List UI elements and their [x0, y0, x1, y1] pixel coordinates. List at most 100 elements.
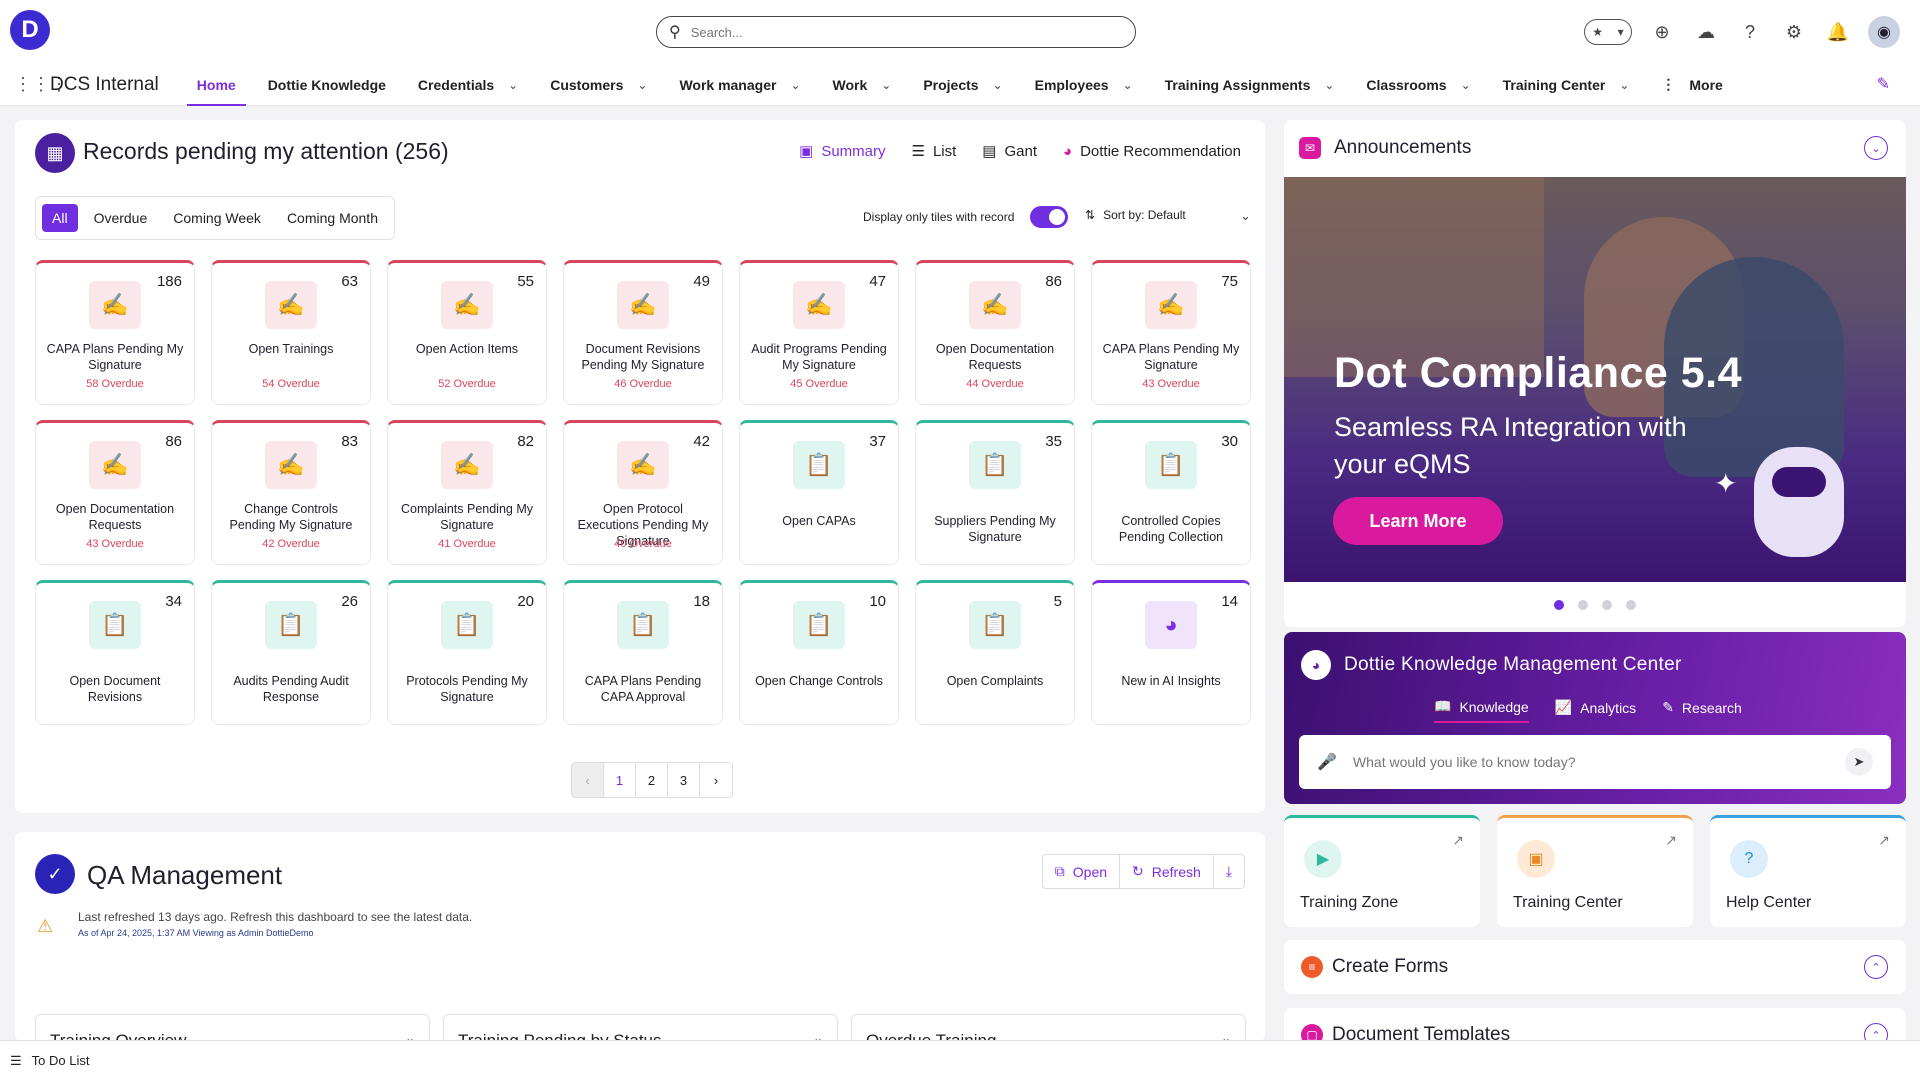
- carousel-dot[interactable]: [1578, 600, 1588, 610]
- record-tile[interactable]: 📋5Open Complaints: [915, 580, 1075, 725]
- nav-item-home[interactable]: Home: [187, 64, 246, 106]
- record-tile[interactable]: ✍63Open Trainings54 Overdue: [211, 260, 371, 405]
- record-tile[interactable]: ✍86Open Documentation Requests43 Overdue: [35, 420, 195, 565]
- app-launcher-icon[interactable]: ⋮⋮⋮: [14, 74, 38, 95]
- record-tile[interactable]: 📋37Open CAPAs: [739, 420, 899, 565]
- todo-list-button[interactable]: To Do List: [32, 1053, 90, 1068]
- nav-item-credentials[interactable]: Credentials⌄: [408, 64, 528, 106]
- nav-item-training-center[interactable]: Training Center⌄: [1493, 64, 1640, 106]
- chevron-up-icon[interactable]: ⌃: [1864, 955, 1888, 979]
- filter-coming-month[interactable]: Coming Month: [277, 204, 388, 232]
- external-arrow-icon[interactable]: ↗: [1878, 832, 1890, 849]
- record-tile[interactable]: 📋26Audits Pending Audit Response: [211, 580, 371, 725]
- view-gant[interactable]: ▤Gant: [982, 142, 1037, 160]
- edit-nav-icon[interactable]: ✎: [1877, 74, 1890, 94]
- pager-page-3[interactable]: 3: [668, 763, 700, 797]
- tile-overdue: 43 Overdue: [1092, 378, 1250, 390]
- pager-prev-button[interactable]: ‹: [572, 763, 604, 797]
- tile-illustration-icon: 📋: [89, 601, 141, 649]
- filter-all[interactable]: All: [42, 204, 78, 232]
- view-summary[interactable]: ▣Summary: [799, 142, 885, 160]
- quick-card-training-zone[interactable]: ▶↗Training Zone: [1284, 815, 1480, 927]
- record-tile[interactable]: 📋10Open Change Controls: [739, 580, 899, 725]
- bottom-bar: ☰ To Do List: [0, 1040, 1920, 1080]
- record-tile[interactable]: ✍86Open Documentation Requests44 Overdue: [915, 260, 1075, 405]
- external-arrow-icon[interactable]: ↗: [1452, 832, 1464, 849]
- help-icon[interactable]: ?: [1736, 18, 1764, 46]
- record-tile[interactable]: 📋34Open Document Revisions: [35, 580, 195, 725]
- nav-item-training-assignments[interactable]: Training Assignments⌄: [1155, 64, 1345, 106]
- nav-item-projects[interactable]: Projects⌄: [913, 64, 1012, 106]
- view-list[interactable]: ☰List: [912, 142, 957, 160]
- nav-item-label: Employees: [1035, 77, 1109, 93]
- tile-count: 35: [1045, 433, 1062, 450]
- nav-item-more[interactable]: ⋮More: [1651, 64, 1732, 106]
- external-arrow-icon[interactable]: ↗: [1665, 832, 1677, 849]
- avatar[interactable]: ◉: [1868, 16, 1900, 48]
- qa-download-button[interactable]: ⤓: [1214, 855, 1244, 888]
- record-tile[interactable]: ✍83Change Controls Pending My Signature4…: [211, 420, 371, 565]
- nav-item-classrooms[interactable]: Classrooms⌄: [1356, 64, 1480, 106]
- quick-card-training-center[interactable]: ▣↗Training Center: [1497, 815, 1693, 927]
- dottie-tab-knowledge[interactable]: 📖Knowledge: [1434, 698, 1529, 723]
- quick-card-label: Training Center: [1513, 894, 1623, 912]
- chevron-down-icon[interactable]: ⌄: [1240, 208, 1251, 224]
- search-bar[interactable]: ⚲: [656, 16, 1136, 48]
- gear-icon[interactable]: ⚙: [1780, 18, 1808, 46]
- top-bar: D ⚲ ★▾ ⊕ ☁ ? ⚙ 🔔 ◉: [0, 0, 1920, 64]
- tile-count: 14: [1221, 593, 1238, 610]
- dottie-query-box[interactable]: 🎤 ➤: [1299, 735, 1891, 789]
- tile-illustration-icon: 📋: [793, 441, 845, 489]
- records-grid-icon: ▦: [35, 133, 75, 173]
- microphone-icon[interactable]: 🎤: [1317, 752, 1337, 772]
- announcement-banner[interactable]: Dot Compliance 5.4 Seamless RA Integrati…: [1284, 177, 1906, 582]
- dot-compliance-logo[interactable]: D: [10, 10, 50, 50]
- tile-count: 82: [517, 433, 534, 450]
- carousel-dot[interactable]: [1554, 600, 1564, 610]
- record-tile[interactable]: ✍49Document Revisions Pending My Signatu…: [563, 260, 723, 405]
- record-tile[interactable]: 📋20Protocols Pending My Signature: [387, 580, 547, 725]
- send-icon[interactable]: ➤: [1845, 748, 1873, 776]
- pagination: ‹123›: [571, 762, 733, 798]
- pager-next-button[interactable]: ›: [700, 763, 732, 797]
- record-tile[interactable]: ✍186CAPA Plans Pending My Signature58 Ov…: [35, 260, 195, 405]
- filter-overdue[interactable]: Overdue: [84, 204, 158, 232]
- nav-item-dottie-knowledge[interactable]: Dottie Knowledge: [258, 64, 396, 106]
- search-input[interactable]: [691, 25, 1091, 40]
- pager-page-1[interactable]: 1: [604, 763, 636, 797]
- nav-item-customers[interactable]: Customers⌄: [540, 64, 657, 106]
- nav-item-work[interactable]: Work⌄: [823, 64, 902, 106]
- dottie-tab-research[interactable]: ✎Research: [1662, 698, 1742, 723]
- record-tile[interactable]: ✍42Open Protocol Executions Pending My S…: [563, 420, 723, 565]
- record-tile[interactable]: ✍82Complaints Pending My Signature41 Ove…: [387, 420, 547, 565]
- view-dottie[interactable]: ◕Dottie Recommendation: [1063, 143, 1241, 160]
- qa-refresh-button[interactable]: ↻Refresh: [1120, 855, 1214, 888]
- dottie-tab-analytics[interactable]: 📈Analytics: [1555, 698, 1636, 723]
- record-tile[interactable]: 📋30Controlled Copies Pending Collection: [1091, 420, 1251, 565]
- bell-icon[interactable]: 🔔: [1824, 18, 1852, 46]
- display-only-toggle[interactable]: [1030, 206, 1068, 228]
- record-tile[interactable]: 📋18CAPA Plans Pending CAPA Approval: [563, 580, 723, 725]
- sort-control[interactable]: ⇅Sort by: Default: [1085, 208, 1186, 222]
- record-tile[interactable]: ✍55Open Action Items52 Overdue: [387, 260, 547, 405]
- favorites-dropdown[interactable]: ★▾: [1584, 19, 1632, 45]
- chevron-down-icon[interactable]: ⌄: [1864, 136, 1888, 160]
- carousel-dot[interactable]: [1602, 600, 1612, 610]
- dottie-query-input[interactable]: [1353, 754, 1829, 770]
- qa-as-of: As of Apr 24, 2025, 1:37 AM Viewing as A…: [78, 928, 313, 938]
- learn-more-button[interactable]: Learn More: [1333, 497, 1503, 545]
- nav-item-work-manager[interactable]: Work manager⌄: [669, 64, 810, 106]
- quick-card-help-center[interactable]: ?↗Help Center: [1710, 815, 1906, 927]
- carousel-dot[interactable]: [1626, 600, 1636, 610]
- record-tile[interactable]: ✍75CAPA Plans Pending My Signature43 Ove…: [1091, 260, 1251, 405]
- qa-open-button[interactable]: ⧉Open: [1043, 855, 1120, 888]
- nav-item-employees[interactable]: Employees⌄: [1025, 64, 1143, 106]
- record-tile[interactable]: ◕14New in AI Insights: [1091, 580, 1251, 725]
- create-forms-section[interactable]: ≡ Create Forms ⌃: [1284, 940, 1906, 994]
- plus-circle-icon[interactable]: ⊕: [1648, 18, 1676, 46]
- cloud-upload-icon[interactable]: ☁: [1692, 18, 1720, 46]
- record-tile[interactable]: 📋35Suppliers Pending My Signature: [915, 420, 1075, 565]
- record-tile[interactable]: ✍47Audit Programs Pending My Signature45…: [739, 260, 899, 405]
- pager-page-2[interactable]: 2: [636, 763, 668, 797]
- filter-coming-week[interactable]: Coming Week: [163, 204, 271, 232]
